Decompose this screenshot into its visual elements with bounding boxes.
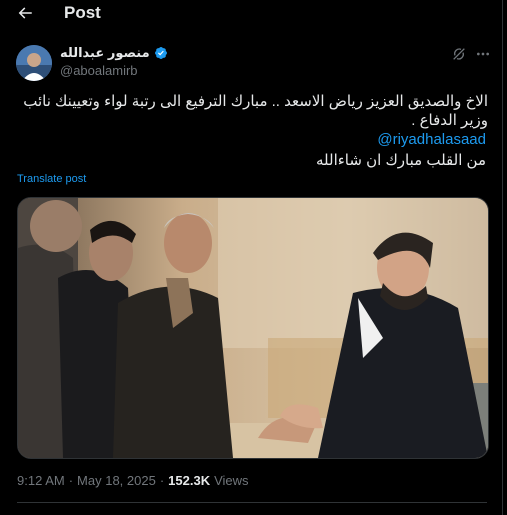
views-count: 152.3K bbox=[168, 473, 211, 488]
avatar-image bbox=[16, 45, 52, 81]
tweet-photo[interactable] bbox=[17, 197, 489, 459]
mention-link[interactable]: @riyadhalasaad bbox=[377, 131, 486, 148]
meta-separator: · bbox=[159, 473, 165, 488]
more-button[interactable] bbox=[473, 44, 493, 64]
tweet-time[interactable]: 9:12 AM bbox=[17, 473, 65, 488]
author-name-row: منصور عبدالله bbox=[60, 45, 168, 61]
translate-post-link[interactable]: Translate post bbox=[17, 173, 86, 185]
post-header: Post bbox=[0, 0, 502, 28]
author-handle[interactable]: @aboalamirb bbox=[60, 63, 138, 78]
tweet-text-line2: من القلب مبارك ان شاءالله bbox=[315, 152, 486, 169]
more-horizontal-icon bbox=[477, 52, 489, 56]
grok-button[interactable] bbox=[449, 44, 469, 64]
tweet-date[interactable]: May 18, 2025 bbox=[77, 473, 156, 488]
grok-icon bbox=[453, 48, 465, 60]
meta-separator: · bbox=[68, 473, 74, 488]
photo-image bbox=[18, 198, 488, 458]
tweet-text: الاخ والصديق العزيز رياض الاسعد .. مبارك… bbox=[23, 93, 488, 129]
avatar[interactable] bbox=[16, 45, 52, 81]
divider bbox=[17, 502, 487, 503]
views-label: Views bbox=[214, 473, 249, 488]
verified-badge-icon bbox=[154, 47, 167, 59]
author-name[interactable]: منصور عبدالله bbox=[60, 45, 150, 61]
back-button[interactable] bbox=[12, 2, 38, 24]
post-page: Post منصور عبدالله @aboalamirb الاخ والص… bbox=[0, 0, 503, 515]
page-title: Post bbox=[64, 3, 101, 22]
tweet-meta: 9:12 AM · May 18, 2025 · 152.3K Views bbox=[17, 473, 249, 488]
arrow-left-icon bbox=[18, 7, 32, 19]
